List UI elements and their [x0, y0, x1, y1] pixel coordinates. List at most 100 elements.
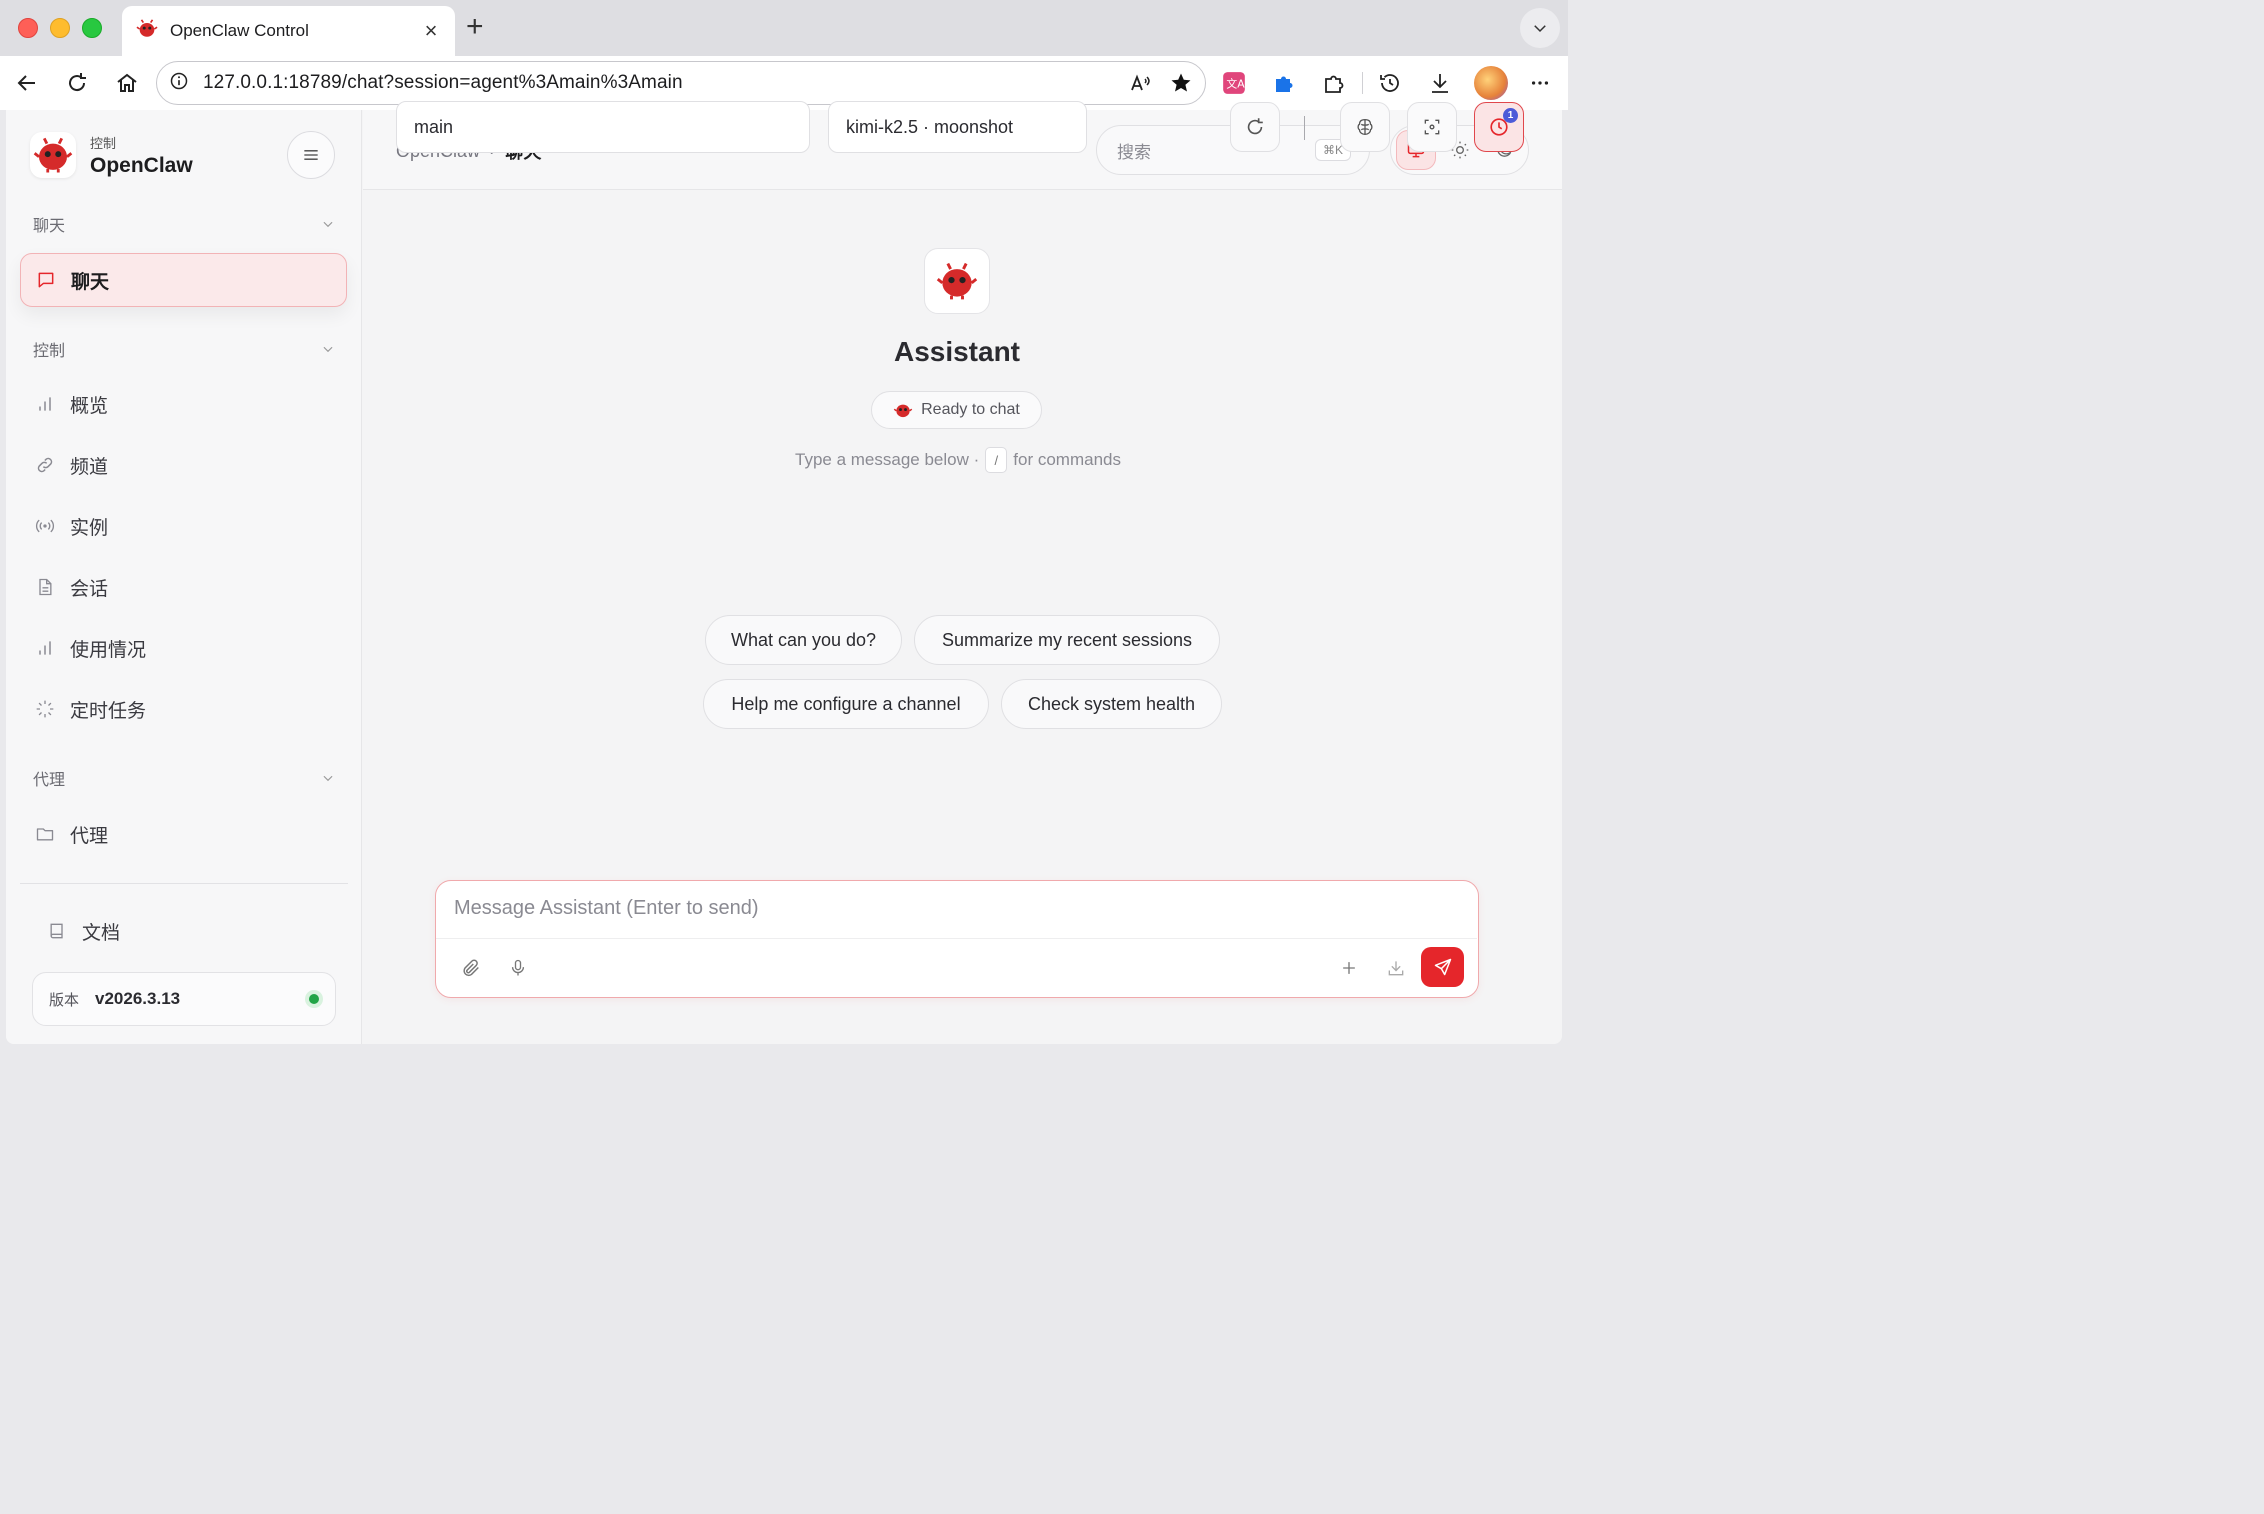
- reload-icon[interactable]: [62, 68, 92, 98]
- command-hint: Type a message below · / for commands: [683, 447, 1233, 473]
- suggestion-chip[interactable]: Help me configure a channel: [703, 679, 989, 729]
- openclaw-logo-icon: [30, 132, 76, 178]
- profile-avatar[interactable]: [1474, 66, 1508, 100]
- group-header-control[interactable]: 控制: [33, 337, 335, 361]
- suggestion-chip[interactable]: Check system health: [1001, 679, 1222, 729]
- svg-text:文A: 文A: [1226, 76, 1245, 90]
- tab-close-icon[interactable]: ×: [421, 18, 441, 44]
- hint-suffix: for commands: [1013, 450, 1121, 469]
- minimize-window-button[interactable]: [50, 18, 70, 38]
- thinking-toggle-button[interactable]: [1340, 102, 1390, 152]
- sidebar-divider: [20, 883, 348, 884]
- folder-icon: [34, 823, 56, 845]
- history-icon[interactable]: [1375, 68, 1405, 98]
- sidebar-item-label: 文档: [82, 922, 121, 944]
- cron-count-badge: 1: [1503, 108, 1518, 123]
- browser-tab[interactable]: OpenClaw Control ×: [122, 6, 455, 56]
- sidebar-item-sessions[interactable]: 会话: [20, 560, 347, 614]
- new-session-button[interactable]: [1334, 953, 1364, 983]
- sidebar-item-label: 会话: [70, 578, 109, 600]
- chevron-down-icon: [323, 775, 333, 782]
- sidebar-item-label: 使用情况: [70, 639, 147, 661]
- suggestion-chip[interactable]: What can you do?: [705, 615, 902, 665]
- brand-subtitle: 控制: [90, 135, 117, 151]
- browser-titlebar: OpenClaw Control × +: [0, 0, 1568, 56]
- brand: 控制 OpenClaw: [30, 132, 193, 178]
- new-tab-button[interactable]: +: [466, 12, 484, 42]
- send-button[interactable]: [1421, 947, 1464, 987]
- attach-button[interactable]: [456, 953, 486, 983]
- sidebar-item-overview[interactable]: 概览: [20, 377, 347, 431]
- assistant-avatar: [924, 248, 990, 314]
- address-bar[interactable]: 127.0.0.1:18789/chat?session=agent%3Amai…: [156, 61, 1206, 105]
- message-composer: [435, 880, 1479, 998]
- sidebar-item-cron[interactable]: 定时任务: [20, 682, 347, 736]
- status-text: Ready to chat: [921, 401, 1020, 418]
- brand-name: OpenClaw: [90, 153, 193, 177]
- suggestion-chip[interactable]: Summarize my recent sessions: [914, 615, 1220, 665]
- more-menu-icon[interactable]: [1525, 68, 1555, 98]
- translate-extension-icon[interactable]: 文A: [1219, 68, 1249, 98]
- bar-chart-icon: [34, 637, 56, 659]
- site-info-icon[interactable]: [169, 71, 189, 96]
- paperclip-icon: [463, 959, 479, 977]
- group-header-chat[interactable]: 聊天: [33, 212, 335, 236]
- status-badge: Ready to chat: [871, 391, 1042, 429]
- refresh-icon: [1247, 118, 1263, 135]
- document-icon: [34, 576, 56, 598]
- group-label: 代理: [33, 772, 66, 789]
- bar-chart-icon: [34, 393, 56, 415]
- group-label: 控制: [33, 343, 66, 360]
- openclaw-mascot-icon: [936, 262, 978, 300]
- menu-toggle-button[interactable]: [287, 131, 335, 179]
- version-value: v2026.3.13: [95, 989, 181, 1008]
- sidebar-item-docs[interactable]: 文档: [32, 904, 359, 958]
- plus-icon: [1343, 962, 1355, 974]
- chat-icon: [35, 269, 57, 291]
- version-card: 版本 v2026.3.13: [32, 972, 336, 1026]
- read-aloud-icon[interactable]: [1129, 71, 1153, 95]
- composer-divider: [436, 938, 1477, 939]
- favorite-star-icon[interactable]: [1169, 71, 1193, 95]
- voice-input-button[interactable]: [503, 953, 533, 983]
- url-text[interactable]: 127.0.0.1:18789/chat?session=agent%3Amai…: [203, 72, 1129, 94]
- book-icon: [46, 920, 68, 942]
- sidebar-item-label: 实例: [70, 517, 109, 539]
- search-placeholder: 搜索: [1117, 142, 1151, 162]
- sidebar-item-label: 定时任务: [70, 700, 147, 722]
- openclaw-mascot-icon: [893, 400, 913, 420]
- tab-favicon-icon: [136, 18, 158, 45]
- extensions-icon[interactable]: [1319, 68, 1349, 98]
- sidebar-item-agents[interactable]: 代理: [20, 807, 347, 861]
- cron-jobs-button[interactable]: 1: [1474, 102, 1524, 152]
- sidebar-item-usage[interactable]: 使用情况: [20, 621, 347, 675]
- sidebar-item-label: 频道: [70, 456, 109, 478]
- session-select[interactable]: main: [396, 101, 810, 153]
- refresh-button[interactable]: [1230, 102, 1280, 152]
- message-input[interactable]: [454, 897, 1354, 920]
- version-label: 版本: [49, 991, 80, 1009]
- focus-mode-button[interactable]: [1407, 102, 1457, 152]
- maximize-window-button[interactable]: [82, 18, 102, 38]
- sidebar-item-instances[interactable]: 实例: [20, 499, 347, 553]
- back-arrow-icon[interactable]: [12, 68, 42, 98]
- model-select[interactable]: kimi-k2.5 · moonshot: [828, 101, 1087, 153]
- sidebar-item-channels[interactable]: 频道: [20, 438, 347, 492]
- sidebar-item-chat[interactable]: 聊天: [20, 253, 347, 307]
- broadcast-icon: [34, 515, 56, 537]
- downloads-icon[interactable]: [1425, 68, 1455, 98]
- home-icon[interactable]: [112, 68, 142, 98]
- sidebar: 控制 OpenClaw 聊天 聊天 控制 概览 频道 实例 会话 使用情况 定时…: [6, 110, 362, 1044]
- group-header-agents[interactable]: 代理: [33, 766, 335, 790]
- link-icon: [34, 454, 56, 476]
- export-button[interactable]: [1381, 953, 1411, 983]
- puzzle-extension-icon[interactable]: [1269, 68, 1299, 98]
- hamburger-icon: [304, 150, 318, 160]
- tab-list-chevron-icon[interactable]: [1520, 8, 1560, 48]
- assistant-name: Assistant: [893, 336, 1021, 367]
- slash-key-badge: /: [985, 447, 1008, 473]
- chevron-down-icon: [323, 221, 333, 228]
- close-window-button[interactable]: [18, 18, 38, 38]
- send-icon: [1434, 958, 1451, 976]
- brain-icon: [1357, 119, 1373, 135]
